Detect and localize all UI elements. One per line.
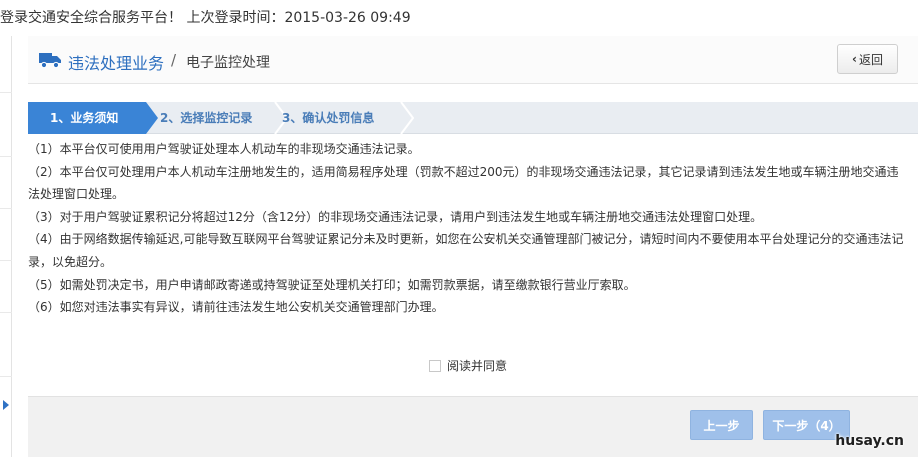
step-2: 2、选择监控记录 — [160, 111, 253, 125]
sidebar-divider — [0, 260, 12, 261]
sidebar-divider — [0, 92, 12, 93]
notice-item: 法处理窗口处理。 — [28, 187, 125, 202]
step-indicator: 1、业务须知 2、选择监控记录 3、确认处罚信息 — [28, 102, 918, 134]
chevron-left-icon: ‹ — [852, 52, 857, 66]
notice-list: （1）本平台仅可使用用户驾驶证处理本人机动车的非现场交通违法记录。 （2）本平台… — [28, 138, 918, 319]
sidebar-divider — [0, 376, 12, 377]
agree-checkbox[interactable] — [429, 359, 441, 372]
top-bar: 登录交通安全综合服务平台！ 上次登录时间：2015-03-26 09:49 — [0, 0, 918, 32]
step-3: 3、确认处罚信息 — [282, 111, 375, 125]
main-panel: 违法处理业务 / 电子监控处理 ‹ 返回 1、业务须知 2、选择监控记录 3、确… — [28, 36, 918, 457]
notice-item: （5）如需处罚决定书，用户申请邮政寄递或持驾驶证至处理机关打印；如需罚款票据，请… — [28, 277, 636, 292]
breadcrumb-current: 电子监控处理 — [186, 55, 270, 71]
step-divider-icon — [400, 102, 414, 134]
back-button-label: 返回 — [858, 52, 883, 67]
welcome-message: 登录交通安全综合服务平台！ 上次登录时间：2015-03-26 09:49 — [0, 10, 411, 26]
notice-item: （1）本平台仅可使用用户驾驶证处理本人机动车的非现场交通违法记录。 — [28, 142, 420, 156]
agree-checkbox-row[interactable]: 阅读并同意 — [429, 357, 507, 374]
truck-icon — [38, 50, 62, 70]
notice-item: 录，以免超分。 — [28, 254, 113, 269]
page-title: 违法处理业务 — [68, 54, 165, 73]
prev-step-button[interactable]: 上一步 — [690, 410, 753, 440]
breadcrumb-separator: / — [171, 51, 177, 69]
back-button[interactable]: ‹ 返回 — [837, 44, 898, 74]
action-footer: 上一步 下一步（4） — [28, 396, 918, 457]
left-sidebar — [0, 36, 12, 457]
step-1: 1、业务须知 — [28, 102, 158, 134]
sidebar-divider — [0, 156, 12, 157]
notice-item: （6）如您对违法事实有异议，请前往违法发生地公安机关交通管理部门办理。 — [28, 300, 444, 315]
notice-item: （2）本平台仅可处理用户本人机动车注册地发生的，适用简易程序处理（罚款不超过20… — [28, 164, 899, 179]
notice-item: （4）由于网络数据传输延迟,可能导致互联网平台驾驶证累记分未及时更新，如您在公安… — [28, 232, 904, 247]
agree-label: 阅读并同意 — [447, 359, 508, 373]
sidebar-expand-icon[interactable] — [2, 399, 11, 415]
sidebar-divider — [0, 208, 12, 209]
watermark: husay.cn — [835, 433, 904, 449]
page-header: 违法处理业务 / 电子监控处理 ‹ 返回 — [28, 36, 918, 84]
notice-item: （3）对于用户驾驶证累积记分将超过12分（含12分）的非现场交通违法记录，请用户… — [28, 209, 763, 224]
sidebar-divider — [0, 312, 12, 313]
